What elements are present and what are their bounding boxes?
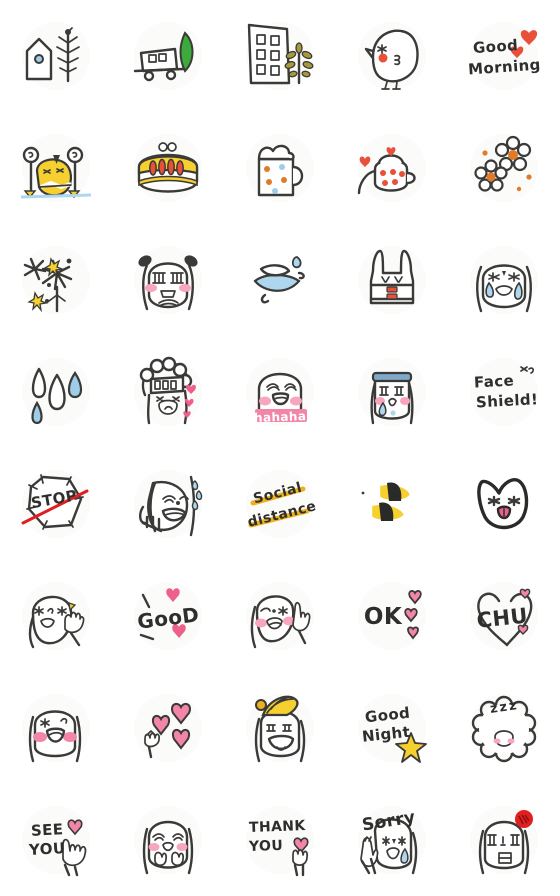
sticker-cell-sneeze-splash[interactable] (224, 224, 336, 336)
sticker-cell-good-morning-text[interactable]: Good Morning Good Morning (448, 0, 560, 112)
sticker-cell-social-distance-text[interactable]: Social distance Social distance (224, 448, 336, 560)
stop-sign-crossed-icon: STOP (13, 461, 99, 547)
good-morning-text-icon: Good Morning Good Morning (461, 13, 547, 99)
sticker-cell-nightcap-sleepy-face[interactable] (224, 672, 336, 784)
cat-tongue-face-icon (461, 461, 547, 547)
sticker-cell-coin-purse[interactable] (112, 112, 224, 224)
sneeze-splash-icon (237, 237, 323, 323)
sticker-cell-cat-tongue-face[interactable] (448, 448, 560, 560)
polka-dot-mug-icon (237, 125, 323, 211)
sticker-cell-thank-you-text[interactable]: THANK YOU THANK YOU (224, 784, 336, 896)
ok-text-hearts-icon: OK (349, 573, 435, 659)
sticker-cell-crying-face[interactable] (448, 224, 560, 336)
melting-face-lamps-icon (13, 125, 99, 211)
sweating-grin-face-icon (125, 461, 211, 547)
curly-hair-shout-face-icon (125, 349, 211, 435)
sticker-cell-face-shield-person[interactable] (336, 336, 448, 448)
sticker-cell-ok-text-hearts[interactable]: OK (336, 560, 448, 672)
bus-and-leaf-icon (125, 13, 211, 99)
bird-face-icon (349, 13, 435, 99)
sticker-cell-bus-and-leaf[interactable] (112, 0, 224, 112)
sticker-cell-daisy-flowers[interactable] (448, 112, 560, 224)
sticker-cell-curly-hair-shout-face[interactable] (112, 336, 224, 448)
daisy-flowers-icon (461, 125, 547, 211)
sticker-cell-good-text-hearts[interactable]: GooD (112, 560, 224, 672)
sticker-cell-melting-face-lamps[interactable] (0, 112, 112, 224)
rabbit-apron-bag-icon (349, 237, 435, 323)
sticker-cell-teapot-with-heart[interactable] (336, 112, 448, 224)
sticker-cell-rabbit-apron-bag[interactable] (336, 224, 448, 336)
sticker-cell-sleeping-sheep[interactable]: zzz (448, 672, 560, 784)
sticker-cell-sorry-apology-face[interactable]: Sorry (336, 784, 448, 896)
sticker-cell-pleading-face[interactable] (112, 784, 224, 896)
water-droplets-icon (13, 349, 99, 435)
sticker-cell-sweating-grin-face[interactable] (112, 448, 224, 560)
blushing-peace-face-icon (237, 573, 323, 659)
sticker-cell-floating-hearts[interactable] (112, 672, 224, 784)
sticker-cell-smiling-blush-face[interactable] (0, 672, 112, 784)
sticker-cell-stop-sign-crossed[interactable]: STOP (0, 448, 112, 560)
surprised-face-stamp-icon (461, 797, 547, 883)
house-and-tree-icon (13, 13, 99, 99)
pigtail-face-worried-icon (125, 237, 211, 323)
smiling-blush-face-icon (13, 685, 99, 771)
sleeping-sheep-icon: zzz (461, 685, 547, 771)
sticker-cell-face-shield-text[interactable]: Face Shield! Face Shield! (448, 336, 560, 448)
sticker-cell-house-and-tree[interactable] (0, 0, 112, 112)
teapot-with-heart-icon (349, 125, 435, 211)
sticker-cell-chu-kiss-text[interactable]: CHU (448, 560, 560, 672)
see-you-text-icon: SEE YOU SEE YOU (13, 797, 99, 883)
sticker-cell-water-droplets[interactable] (0, 336, 112, 448)
sticker-cell-surprised-face-stamp[interactable] (448, 784, 560, 896)
sticker-cell-waving-happy-face[interactable] (0, 560, 112, 672)
sticker-cell-bird-face[interactable] (336, 0, 448, 112)
sticker-cell-polka-dot-mug[interactable] (224, 112, 336, 224)
emoji-sticker-grid: Good Morning Good Morning (0, 0, 560, 896)
good-night-text-icon: Good Night Good Night (349, 685, 435, 771)
sticker-cell-good-night-text[interactable]: Good Night Good Night (336, 672, 448, 784)
waving-happy-face-icon (13, 573, 99, 659)
social-distance-text-icon: Social distance Social distance (237, 461, 323, 547)
sticker-cell-hahaha-laughing-face[interactable]: hahaha (224, 336, 336, 448)
apartment-building-icon (237, 13, 323, 99)
sticker-cell-see-you-text[interactable]: SEE YOU SEE YOU (0, 784, 112, 896)
sticker-cell-sparkle-burst[interactable] (0, 224, 112, 336)
floating-hearts-icon (125, 685, 211, 771)
good-text-hearts-icon: GooD (125, 573, 211, 659)
sticker-cell-apartment-building[interactable] (224, 0, 336, 112)
chu-kiss-text-icon: CHU (461, 573, 547, 659)
sparkle-burst-icon (13, 237, 99, 323)
sticker-cell-footprint-markers[interactable] (336, 448, 448, 560)
face-shield-person-icon (349, 349, 435, 435)
thank-you-text-icon: THANK YOU THANK YOU (237, 797, 323, 883)
sticker-cell-blushing-peace-face[interactable] (224, 560, 336, 672)
hahaha-laughing-face-icon: hahaha (237, 349, 323, 435)
nightcap-sleepy-face-icon (237, 685, 323, 771)
footprint-markers-icon (349, 461, 435, 547)
crying-face-icon (461, 237, 547, 323)
sorry-apology-face-icon: Sorry (349, 797, 435, 883)
sticker-cell-pigtail-face-worried[interactable] (112, 224, 224, 336)
coin-purse-icon (125, 125, 211, 211)
pleading-face-icon (125, 797, 211, 883)
face-shield-text-icon: Face Shield! Face Shield! (461, 349, 547, 435)
